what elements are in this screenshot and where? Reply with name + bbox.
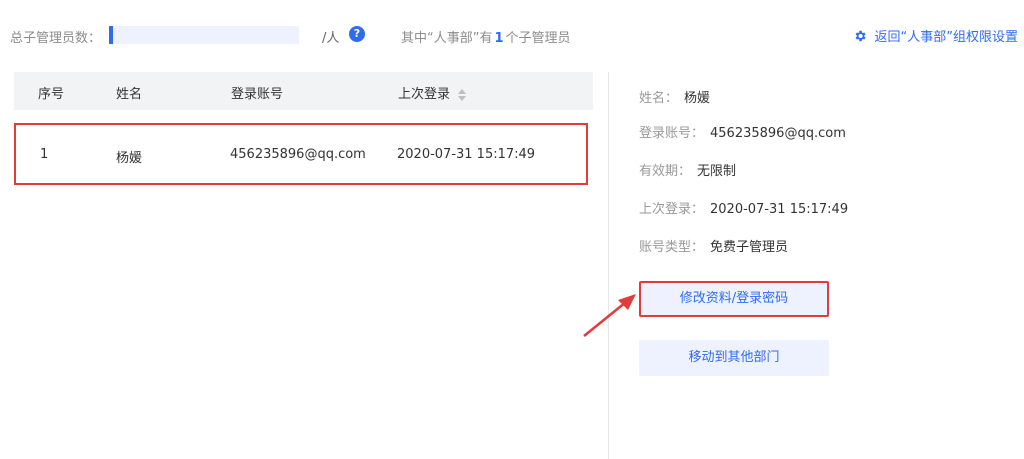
detail-account: 登录账号： 456235896@qq.com [639, 122, 846, 141]
sort-icon[interactable] [458, 88, 467, 101]
total-admins-label: 总子管理员数： [10, 31, 102, 46]
detail-account-type: 账号类型： 免费子管理员 [639, 236, 788, 255]
row-name: 杨媛 [116, 151, 143, 166]
detail-name-label: 姓名： [639, 91, 679, 106]
header-index: 序号 [38, 87, 65, 102]
top-bar: 总子管理员数： /人 ? 其中“人事部”有 1 个子管理员 返回“人事部”组权限设置 [0, 0, 1024, 70]
detail-account-value: 456235896@qq.com [710, 126, 846, 141]
detail-type-label: 账号类型： [639, 240, 705, 255]
row-index: 1 [40, 147, 49, 162]
panel-divider [608, 72, 609, 459]
header-name: 姓名 [116, 87, 143, 102]
header-account: 登录账号 [231, 87, 284, 102]
detail-last-login-label: 上次登录： [639, 202, 705, 217]
edit-profile-password-button[interactable]: 修改资料/登录密码 [639, 281, 829, 317]
header-last-login-label: 上次登录 [398, 87, 451, 102]
move-department-button[interactable]: 移动到其他部门 [639, 340, 829, 376]
gear-icon [855, 30, 866, 41]
detail-type-value: 免费子管理员 [710, 240, 789, 255]
summary-text: 其中“人事部”有 1 个子管理员 [401, 27, 571, 46]
detail-last-login: 上次登录： 2020-07-31 15:17:49 [639, 198, 848, 217]
summary-count: 1 [494, 31, 504, 46]
summary-suffix: 个子管理员 [505, 31, 571, 46]
detail-validity: 有效期： 无限制 [639, 160, 736, 179]
total-admins-input[interactable] [109, 26, 299, 44]
help-icon[interactable]: ? [349, 26, 365, 42]
detail-account-label: 登录账号： [639, 126, 705, 141]
pointer-arrow [583, 294, 636, 337]
row-last-login: 2020-07-31 15:17:49 [397, 147, 536, 162]
table-row[interactable]: 1 杨媛 456235896@qq.com 2020-07-31 15:17:4… [14, 123, 588, 185]
detail-name: 姓名： 杨媛 [639, 87, 710, 106]
summary-prefix: 其中“人事部”有 [401, 31, 493, 46]
row-account: 456235896@qq.com [230, 147, 366, 162]
detail-validity-value: 无限制 [697, 164, 737, 179]
back-to-group-settings-link[interactable]: 返回“人事部”组权限设置 [853, 26, 1018, 45]
detail-validity-label: 有效期： [639, 164, 692, 179]
header-last-login[interactable]: 上次登录 [398, 83, 467, 102]
back-link-label: 返回“人事部”组权限设置 [874, 30, 1018, 45]
detail-last-login-value: 2020-07-31 15:17:49 [710, 202, 849, 217]
unit-label: /人 [322, 31, 340, 46]
detail-name-value: 杨媛 [684, 91, 711, 106]
table-header: 序号 姓名 登录账号 上次登录 [14, 72, 593, 110]
input-cursor [109, 26, 113, 44]
